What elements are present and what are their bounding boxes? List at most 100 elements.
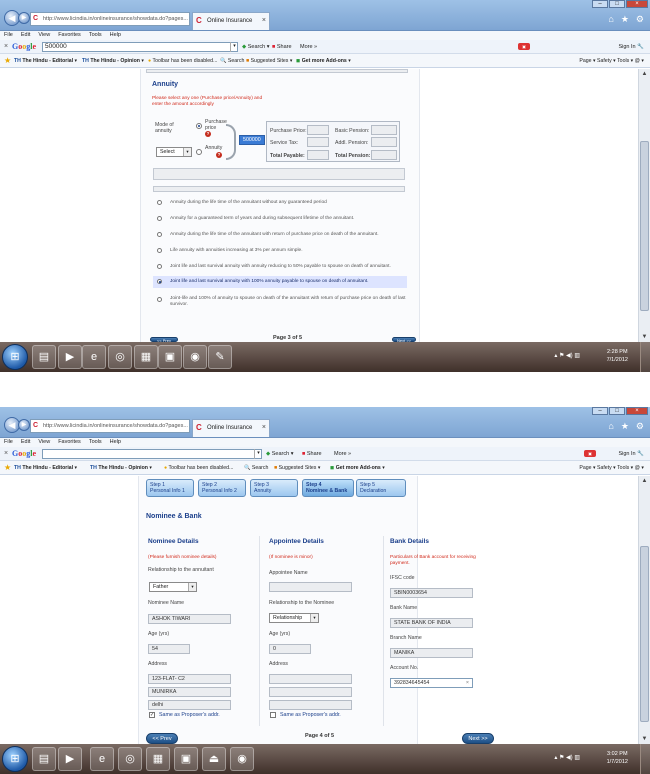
toolbar-disabled-notice[interactable]: ● Toolbar has been disabled... [164, 461, 233, 475]
favorites-star-icon[interactable]: ★ [4, 461, 11, 475]
purchase-price-radio[interactable] [196, 123, 202, 129]
toolbar-disabled-notice[interactable]: ● Toolbar has been disabled... [148, 54, 217, 68]
annuity-radio[interactable] [196, 149, 202, 155]
annuity-option-radio[interactable] [157, 297, 162, 302]
app-window-icon[interactable]: ▣ [158, 345, 182, 369]
vertical-scrollbar[interactable]: ▲ ▼ [638, 476, 650, 744]
explorer-folder-icon[interactable]: ▤ [32, 345, 56, 369]
step-tab-5[interactable]: Step 5 Declaration [356, 479, 406, 497]
google-search-button[interactable]: ◆ Search ▾ [266, 449, 294, 459]
notification-badge-icon[interactable]: ▣ [584, 450, 596, 457]
annuity-option-radio[interactable] [157, 200, 162, 205]
purchase-amount-input[interactable]: 500000 [239, 135, 265, 145]
scrollbar-thumb[interactable] [640, 141, 649, 311]
scrollbar-thumb[interactable] [640, 546, 649, 722]
nominee-same-address-checkbox[interactable]: ✓ [149, 712, 155, 718]
minimize-button[interactable]: – [592, 0, 608, 8]
nominee-relationship-select[interactable]: Father ▾ [149, 582, 197, 592]
explorer-folder-icon[interactable]: ▤ [32, 747, 56, 771]
fav-search-link[interactable]: 🔍 Search [244, 461, 268, 475]
nominee-age-input[interactable]: 54 [148, 644, 190, 654]
forward-arrow-icon[interactable]: ▶ [18, 12, 30, 24]
menu-tools[interactable]: Tools [89, 31, 102, 40]
show-desktop-button[interactable] [640, 744, 650, 774]
home-icon[interactable]: ⌂ [608, 14, 613, 25]
close-tab-icon[interactable]: × [262, 13, 266, 29]
annuity-option-radio[interactable] [157, 264, 162, 269]
scroll-up-icon[interactable]: ▲ [639, 476, 650, 486]
nominee-address-line-2[interactable]: MUNIRKA [148, 687, 231, 697]
share-button[interactable]: ■ Share [272, 42, 292, 52]
bank-name-input[interactable]: STATE BANK OF INDIA [390, 618, 473, 628]
fav-suggested-sites[interactable]: ■ Suggested Sites ▾ [246, 54, 292, 68]
google-search-button[interactable]: ◆ Search ▾ [242, 42, 270, 52]
forward-arrow-icon[interactable]: ▶ [18, 419, 30, 431]
nominee-name-input[interactable]: ASHOK TIWARI [148, 614, 231, 624]
start-button-icon[interactable]: ⊞ [2, 344, 28, 370]
address-bar[interactable]: C http://www.licindia.in/onlineinsurance… [30, 12, 190, 26]
menu-favorites[interactable]: Favorites [58, 31, 81, 40]
favorites-star-icon[interactable]: ★ [621, 14, 629, 25]
fav-link-hindu-editorial[interactable]: TH The Hindu - Editorial ▾ [14, 54, 77, 68]
fav-link-hindu-opinion[interactable]: TH The Hindu - Opinion ▾ [90, 461, 152, 475]
close-tab-icon[interactable]: × [262, 420, 266, 436]
appointee-address-line-1[interactable] [269, 674, 352, 684]
prev-button[interactable]: << Prev [146, 733, 178, 744]
step-tab-2[interactable]: Step 2 Personal Info 2 [198, 479, 246, 497]
appointee-relationship-select[interactable]: Relationship ▾ [269, 613, 319, 623]
step-tab-1[interactable]: Step 1 Personal Info 1 [146, 479, 194, 497]
gear-icon[interactable]: ⚙ [636, 14, 644, 25]
share-button[interactable]: ■ Share [302, 449, 322, 459]
files-icon[interactable]: ▦ [146, 747, 170, 771]
fav-search-link[interactable]: 🔍 Search [220, 54, 244, 68]
chat-icon[interactable]: ◉ [183, 345, 207, 369]
sign-in-button[interactable]: Sign In 🔧 [618, 42, 644, 52]
menu-tools[interactable]: Tools [89, 438, 102, 447]
close-toolbar-icon[interactable]: × [4, 41, 8, 53]
media-player-icon[interactable]: ▶ [58, 747, 82, 771]
scroll-down-icon[interactable]: ▼ [639, 332, 650, 342]
menu-help[interactable]: Help [110, 438, 121, 447]
appointee-address-line-3[interactable] [269, 700, 352, 710]
favorites-star-icon[interactable]: ★ [621, 421, 629, 432]
media-player-icon[interactable]: ▶ [58, 345, 82, 369]
chevron-down-icon[interactable]: ▾ [230, 42, 238, 52]
system-tray-icons[interactable]: ▴ ⚑ ◀) ▥ [554, 352, 580, 359]
step-tab-4[interactable]: Step 4 Nominee & Bank [302, 479, 354, 497]
next-button[interactable]: Next >> [462, 733, 494, 744]
clock[interactable]: 2:28 PM 7/1/2012 [607, 348, 628, 364]
clear-field-icon[interactable]: × [466, 679, 469, 687]
chat-icon[interactable]: ◉ [230, 747, 254, 771]
favorites-star-icon[interactable]: ★ [4, 54, 11, 68]
internet-explorer-icon[interactable]: e [82, 345, 106, 369]
close-window-button[interactable]: × [626, 407, 648, 415]
gear-icon[interactable]: ⚙ [636, 421, 644, 432]
annuity-option-radio[interactable] [157, 232, 162, 237]
more-button[interactable]: More » [334, 449, 351, 459]
annuity-option-radio[interactable] [157, 216, 162, 221]
notification-badge-icon[interactable]: ▣ [518, 43, 530, 50]
close-window-button[interactable]: × [626, 0, 648, 8]
menu-file[interactable]: File [4, 31, 13, 40]
menu-edit[interactable]: Edit [21, 31, 30, 40]
fav-get-addons[interactable]: ◼ Get more Add-ons ▾ [296, 54, 351, 68]
pdf-reader-icon[interactable]: ⏏ [202, 747, 226, 771]
app-window-icon[interactable]: ▣ [174, 747, 198, 771]
annuity-option-radio-selected[interactable] [157, 279, 162, 284]
address-bar[interactable]: C http://www.licindia.in/onlineinsurance… [30, 419, 190, 433]
show-desktop-button[interactable] [640, 342, 650, 372]
paint-icon[interactable]: ✎ [208, 345, 232, 369]
scroll-up-icon[interactable]: ▲ [639, 69, 650, 79]
menu-view[interactable]: View [38, 438, 50, 447]
files-icon[interactable]: ▦ [134, 345, 158, 369]
scroll-down-icon[interactable]: ▼ [639, 734, 650, 744]
clock[interactable]: 3:02 PM 1/7/2012 [607, 750, 628, 766]
appointee-address-line-2[interactable] [269, 687, 352, 697]
system-tray-icons[interactable]: ▴ ⚑ ◀) ▥ [554, 754, 580, 761]
chrome-icon[interactable]: ◎ [118, 747, 142, 771]
more-button[interactable]: More » [300, 42, 317, 52]
home-icon[interactable]: ⌂ [608, 421, 613, 432]
chevron-down-icon[interactable]: ▾ [254, 449, 262, 459]
fav-link-hindu-editorial[interactable]: TH The Hindu - Editorial ▾ [14, 461, 77, 475]
ifsc-input[interactable]: SBIN0003654 [390, 588, 473, 598]
